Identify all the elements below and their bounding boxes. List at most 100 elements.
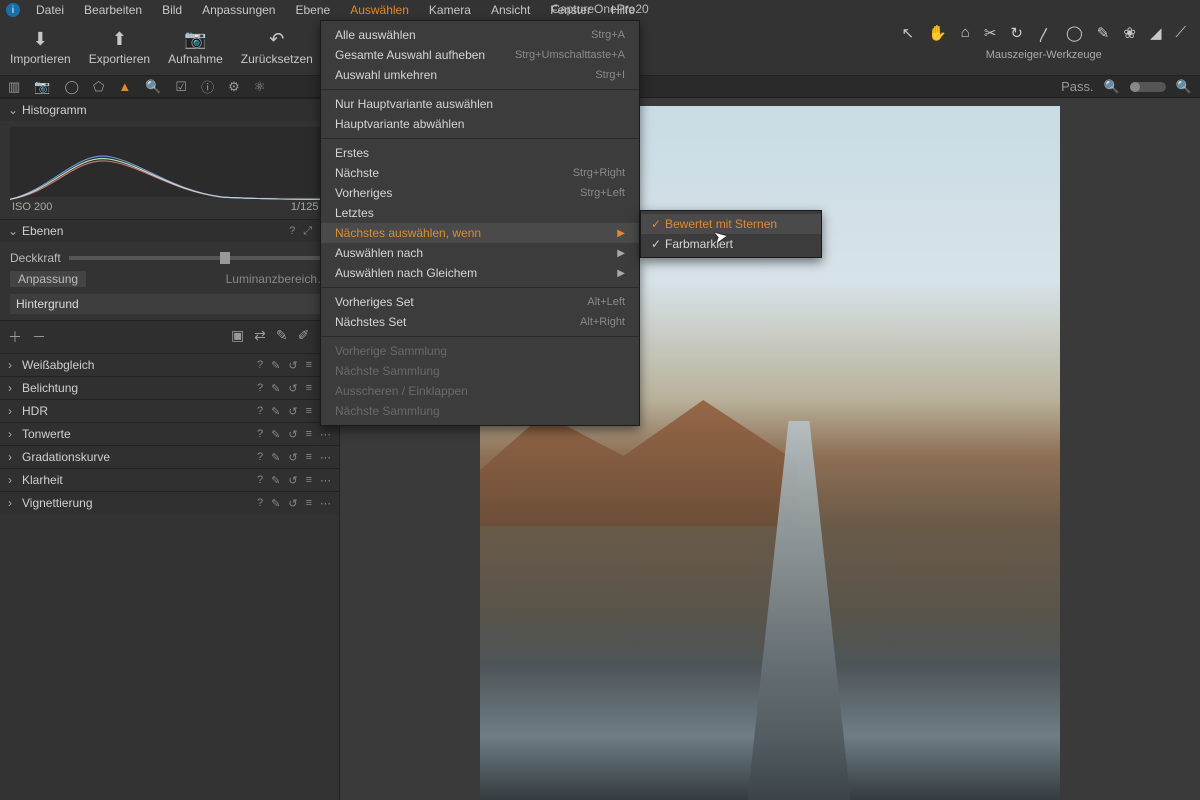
menu-anpassungen[interactable]: Anpassungen [192, 0, 285, 20]
submenu-item-farbmarkiert[interactable]: ✓Farbmarkiert [641, 234, 821, 254]
preset-icon[interactable]: ≡ [306, 405, 312, 418]
help-icon[interactable]: ? [257, 451, 263, 464]
help-icon[interactable]: ? [257, 497, 263, 510]
cursor-tool-6[interactable]: ◯ [1066, 24, 1083, 45]
help-icon[interactable]: ? [257, 428, 263, 441]
cursor-tool-3[interactable]: ✂ [984, 24, 997, 45]
cursor-tool-0[interactable]: ↖ [901, 24, 914, 45]
tooltab-5[interactable]: 🔍 [145, 79, 161, 95]
blend-mode-select[interactable]: Anpassung [10, 271, 86, 287]
tooltab-8[interactable]: ⚙ [228, 79, 240, 95]
tooltab-6[interactable]: ☑ [175, 79, 187, 95]
search-icon-2[interactable]: 🔍 [1176, 79, 1192, 95]
cursor-tool-4[interactable]: ↻ [1010, 24, 1023, 45]
menu-kamera[interactable]: Kamera [419, 0, 481, 20]
auto-icon[interactable]: ✎ [271, 497, 280, 510]
menu-icon[interactable]: ⋯ [320, 451, 331, 464]
histogram-panel-header[interactable]: ⌄ Histogramm [0, 98, 339, 121]
opacity-slider[interactable] [69, 256, 329, 260]
menu-item-ausw-hlen-nach[interactable]: Auswählen nach▶ [321, 243, 639, 263]
menu-bearbeiten[interactable]: Bearbeiten [74, 0, 152, 20]
menu-item-gesamte-auswahl-aufheben[interactable]: Gesamte Auswahl aufhebenStrg+Umschalttas… [321, 45, 639, 65]
preset-icon[interactable]: ≡ [306, 382, 312, 395]
auto-icon[interactable]: ✎ [271, 474, 280, 487]
menu-fenster[interactable]: Fenster [540, 0, 601, 20]
auto-icon[interactable]: ✎ [271, 405, 280, 418]
search-icon[interactable]: 🔍 [1104, 79, 1120, 95]
menu-item-hauptvariante-abw-hlen[interactable]: Hauptvariante abwählen [321, 114, 639, 134]
help-icon[interactable]: ? [257, 359, 263, 372]
menu-icon[interactable]: ⋯ [320, 474, 331, 487]
tooltab-2[interactable]: ◯ [64, 79, 79, 95]
menu-item-auswahl-umkehren[interactable]: Auswahl umkehrenStrg+I [321, 65, 639, 85]
menu-auswählen[interactable]: Auswählen [340, 0, 419, 20]
cursor-tool-7[interactable]: ✎ [1097, 24, 1110, 45]
brush-icon[interactable]: ✎ [276, 327, 288, 347]
menu-item-letztes[interactable]: Letztes [321, 203, 639, 223]
auto-icon[interactable]: ✎ [271, 382, 280, 395]
menu-item-vorheriges[interactable]: VorherigesStrg+Left [321, 183, 639, 203]
tooltab-4[interactable]: ▲ [118, 79, 131, 94]
tooltab-7[interactable]: ⓘ [201, 77, 214, 96]
help-icon[interactable]: ? [257, 382, 263, 395]
reset-icon[interactable]: ↺ [288, 451, 297, 464]
remove-layer-icon[interactable]: － [32, 327, 46, 347]
menu-item-ausw-hlen-nach-gleichem[interactable]: Auswählen nach Gleichem▶ [321, 263, 639, 283]
layer-item-background[interactable]: Hintergrund [10, 294, 329, 314]
help-icon[interactable]: ? [289, 225, 295, 238]
auto-icon[interactable]: ✎ [271, 451, 280, 464]
menu-item-n-chstes-ausw-hlen-wenn[interactable]: Nächstes auswählen, wenn▶ [321, 223, 639, 243]
cursor-tool-8[interactable]: ❀ [1123, 24, 1136, 45]
filter-toggle[interactable] [1130, 82, 1166, 92]
tooltab-3[interactable]: ⬠ [93, 79, 104, 95]
menu-item-n-chste[interactable]: NächsteStrg+Right [321, 163, 639, 183]
auto-icon[interactable]: ✎ [271, 359, 280, 372]
cursor-tool-10[interactable]: ⟋ [1175, 24, 1186, 45]
panel-belichtung[interactable]: ›Belichtung?✎↺≡⋯ [0, 376, 339, 399]
eraser-icon[interactable]: ✐ [298, 327, 310, 347]
reset-icon[interactable]: ↺ [288, 382, 297, 395]
help-icon[interactable]: ? [257, 474, 263, 487]
panel-weißabgleich[interactable]: ›Weißabgleich?✎↺≡⋯ [0, 353, 339, 376]
menu-ebene[interactable]: Ebene [285, 0, 340, 20]
panel-hdr[interactable]: ›HDR?✎↺≡⋯ [0, 399, 339, 422]
menu-icon[interactable]: ⋯ [320, 428, 331, 441]
toolbar-importieren-button[interactable]: ⬇Importieren [10, 29, 71, 66]
add-layer-icon[interactable]: ＋ [8, 327, 22, 347]
auto-icon[interactable]: ✎ [271, 428, 280, 441]
menu-item-n-chstes-set[interactable]: Nächstes SetAlt+Right [321, 312, 639, 332]
mask-icon[interactable]: ▣ [231, 327, 244, 347]
menu-item-vorheriges-set[interactable]: Vorheriges SetAlt+Left [321, 292, 639, 312]
panel-klarheit[interactable]: ›Klarheit?✎↺≡⋯ [0, 468, 339, 491]
luma-range-button[interactable]: Luminanzbereich… [226, 272, 329, 286]
menu-datei[interactable]: Datei [26, 0, 74, 20]
tooltab-1[interactable]: 📷 [34, 79, 50, 95]
menu-hilfe[interactable]: Hilfe [601, 0, 645, 20]
panel-gradationskurve[interactable]: ›Gradationskurve?✎↺≡⋯ [0, 445, 339, 468]
expand-icon[interactable]: ⤢ [303, 225, 312, 238]
preset-icon[interactable]: ≡ [306, 451, 312, 464]
submenu-item-bewertet-mit-sternen[interactable]: ✓Bewertet mit Sternen [641, 214, 821, 234]
toolbar-aufnahme-button[interactable]: 📷Aufnahme [168, 29, 223, 66]
menu-icon[interactable]: ⋯ [320, 497, 331, 510]
reset-icon[interactable]: ↺ [288, 359, 297, 372]
panel-vignettierung[interactable]: ›Vignettierung?✎↺≡⋯ [0, 491, 339, 514]
reset-icon[interactable]: ↺ [288, 497, 297, 510]
preset-icon[interactable]: ≡ [306, 359, 312, 372]
menu-ansicht[interactable]: Ansicht [481, 0, 540, 20]
cursor-tool-2[interactable]: ⌂ [961, 24, 970, 45]
menu-item-erstes[interactable]: Erstes [321, 143, 639, 163]
tooltab-0[interactable]: ▥ [8, 79, 20, 95]
menu-item-alle-ausw-hlen[interactable]: Alle auswählenStrg+A [321, 25, 639, 45]
cursor-tool-1[interactable]: ✋ [928, 24, 947, 45]
preset-icon[interactable]: ≡ [306, 474, 312, 487]
reset-icon[interactable]: ↺ [288, 405, 297, 418]
cursor-tool-5[interactable]: 〳 [1037, 24, 1052, 45]
panel-tonwerte[interactable]: ›Tonwerte?✎↺≡⋯ [0, 422, 339, 445]
tooltab-9[interactable]: ⚛ [254, 79, 266, 95]
preset-icon[interactable]: ≡ [306, 497, 312, 510]
help-icon[interactable]: ? [257, 405, 263, 418]
toolbar-exportieren-button[interactable]: ⬆Exportieren [89, 29, 150, 66]
reset-icon[interactable]: ↺ [288, 474, 297, 487]
cursor-tool-9[interactable]: ◢ [1150, 24, 1162, 45]
